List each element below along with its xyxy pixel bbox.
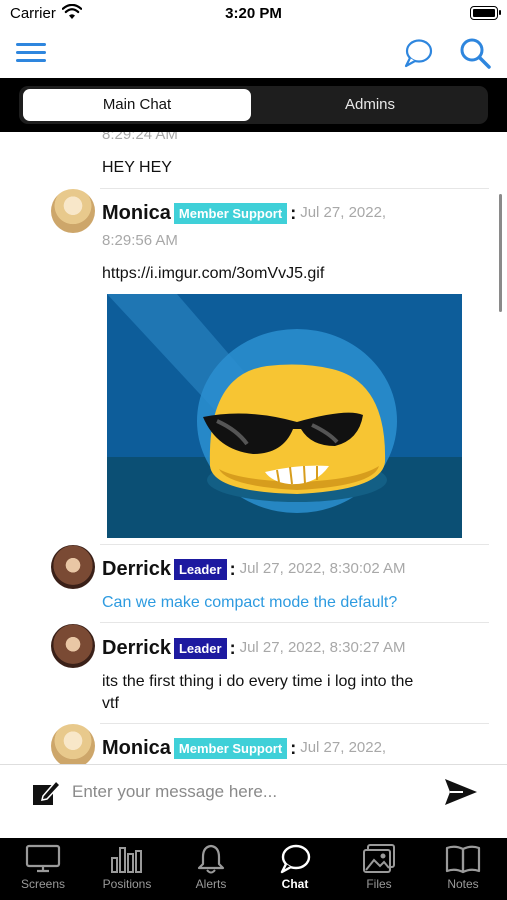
compose-icon[interactable] [31, 777, 63, 809]
role-badge: Leader [173, 558, 227, 580]
message-text: HEY HEY [102, 159, 172, 176]
author-name[interactable]: Derrick [102, 558, 171, 580]
bell-icon [197, 844, 225, 874]
avatar[interactable] [51, 545, 95, 589]
monitor-icon [25, 844, 61, 873]
message-header: Monica Member Support: Jul 27, 2022, [102, 737, 387, 760]
message-text[interactable]: https://i.imgur.com/3omVvJ5.gif [102, 263, 324, 285]
send-icon[interactable] [443, 776, 479, 808]
message-header: Monica Member Support: Jul 27, 2022, [102, 202, 387, 225]
message-text-continued: vtf [102, 695, 119, 712]
scroll-indicator[interactable] [499, 194, 502, 312]
message-timestamp: Jul 27, 2022, 8:30:02 AM [239, 560, 406, 578]
message-text: its the first thing i do every time i lo… [102, 673, 414, 690]
status-time: 3:20 PM [225, 5, 282, 22]
tab-alerts[interactable]: Alerts [169, 842, 253, 898]
tab-label: Positions [102, 877, 152, 891]
author-name[interactable]: Derrick [102, 637, 171, 659]
message-timestamp: Jul 27, 2022, 8:30:27 AM [239, 639, 406, 657]
message-timestamp: Jul 27, 2022, [300, 739, 387, 757]
role-badge: Leader [173, 637, 227, 659]
tab-label: Files [366, 877, 392, 891]
battery-icon [470, 6, 501, 20]
tab-positions[interactable]: Positions [85, 842, 169, 898]
chat-bubble-icon [280, 844, 311, 874]
message-divider [100, 188, 489, 189]
book-icon [445, 845, 481, 874]
segmented-control: Main Chat Admins [19, 86, 488, 124]
hamburger-menu-icon[interactable] [15, 40, 47, 66]
tab-label: Notes [447, 877, 479, 891]
message-header: Derrick Leader: Jul 27, 2022, 8:30:02 AM [102, 558, 406, 581]
image-files-icon [363, 844, 395, 873]
chat-channel-switcher: Main Chat Admins [0, 78, 507, 132]
tab-main-chat[interactable]: Main Chat [23, 89, 251, 121]
tab-files[interactable]: Files [337, 842, 421, 898]
chat-bubble-icon[interactable] [402, 36, 434, 70]
tab-notes[interactable]: Notes [421, 842, 505, 898]
tab-chat[interactable]: Chat [253, 842, 337, 898]
tab-label: Screens [20, 877, 66, 891]
message-input[interactable] [72, 777, 422, 807]
avatar[interactable] [51, 624, 95, 668]
tab-label: Alerts [195, 877, 227, 891]
author-name[interactable]: Monica [102, 202, 171, 224]
avatar[interactable] [51, 724, 95, 764]
avatar[interactable] [51, 189, 95, 233]
tab-screens[interactable]: Screens [1, 842, 85, 898]
role-badge: Member Support [173, 202, 288, 224]
message-timestamp: Jul 27, 2022, [300, 204, 387, 222]
message-divider [100, 723, 489, 724]
message-list[interactable]: 8:29:24 AM HEY HEY Monica Member Support:… [0, 132, 507, 764]
tab-admins[interactable]: Admins [256, 89, 484, 121]
author-name[interactable]: Monica [102, 737, 171, 759]
message-timestamp-time: 8:29:56 AM [102, 232, 178, 249]
bar-chart-icon [111, 847, 142, 873]
role-badge: Member Support [173, 737, 288, 759]
message-divider [100, 622, 489, 623]
bottom-tab-bar: Screens Positions Alerts Chat Files Note… [0, 838, 507, 900]
search-icon[interactable] [458, 36, 492, 70]
message-timestamp: 8:29:24 AM [102, 132, 178, 143]
message-header: Derrick Leader: Jul 27, 2022, 8:30:27 AM [102, 637, 406, 660]
nav-bar [0, 28, 507, 78]
message-divider [100, 544, 489, 545]
gif-attachment-image[interactable] [107, 294, 462, 538]
status-bar: Carrier 3:20 PM [0, 0, 507, 28]
message-text[interactable]: Can we make compact mode the default? [102, 592, 397, 614]
message-composer [0, 764, 507, 838]
tab-label: Chat [281, 877, 309, 891]
